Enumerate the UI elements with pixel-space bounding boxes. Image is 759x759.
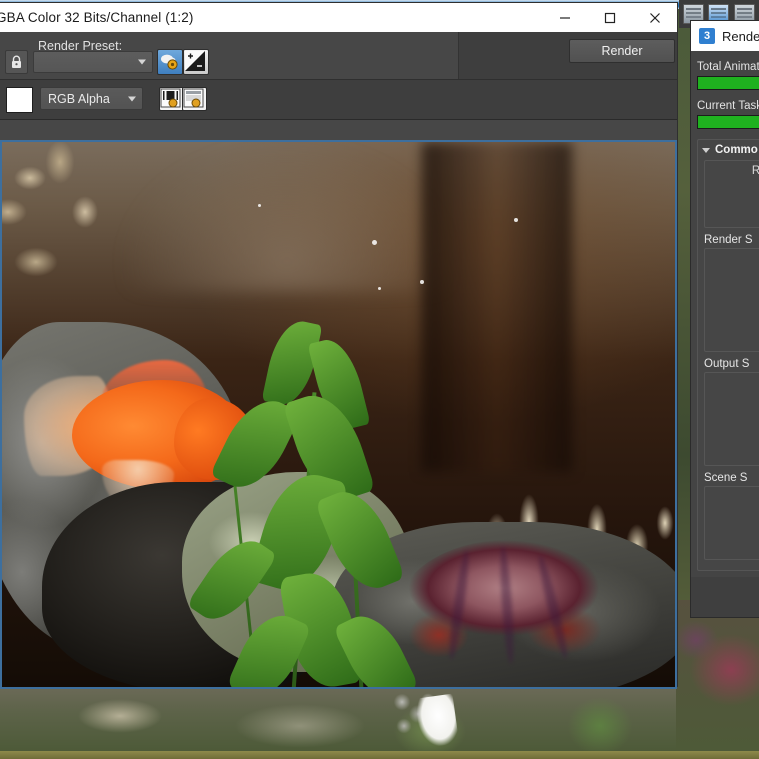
rendered-frame-window: GBA Color 32 Bits/Channel (1:2): [0, 3, 677, 686]
save-bitmap-icon: [160, 88, 181, 108]
stat-hidden: Hidde: [709, 304, 759, 319]
scene-label: Scene S: [704, 472, 759, 484]
bubble: [514, 218, 518, 222]
close-button[interactable]: [632, 3, 677, 32]
total-animation-label: Total Animati: [697, 61, 759, 73]
minimize-button[interactable]: [542, 3, 587, 32]
common-rollout-label: Commo: [715, 144, 758, 156]
current-task-progress: [697, 115, 759, 129]
minimize-icon: [559, 12, 571, 24]
render-setup-button[interactable]: [157, 49, 183, 75]
output-file: File Outp: [709, 423, 759, 438]
aquarium-render: [2, 142, 675, 687]
bubble: [258, 204, 261, 207]
total-animation-progress: [697, 76, 759, 90]
output-video: Video C: [709, 438, 759, 453]
row-frame-count: 39 o: [709, 194, 759, 209]
render-stats-group: Hidde Render Use A: [704, 248, 759, 352]
rendered-image-canvas[interactable]: [0, 140, 677, 689]
screen-root: GBA Color 32 Bits/Channel (1:2): [0, 0, 759, 759]
row-pass-number: Pass #: [709, 209, 759, 224]
scene-group: Mem: [704, 486, 759, 560]
common-rollout[interactable]: Commo Rendering Frame # 39 o Pass # Rend…: [697, 139, 759, 571]
common-rollout-header[interactable]: Commo: [702, 144, 759, 156]
output-label: Output S: [704, 358, 759, 370]
output-group: De File Outp Video C S: [704, 372, 759, 466]
exposure-control-icon: [184, 50, 206, 72]
render-stats-label: Render S: [704, 234, 759, 246]
lock-icon: [10, 55, 23, 69]
exposure-control-button[interactable]: [183, 49, 209, 75]
render-setup-teapot-icon: [158, 50, 180, 72]
channel-value: RGB Alpha: [48, 92, 110, 106]
chevron-down-icon: [128, 96, 136, 101]
rendering-dialog-title: Renderi: [722, 29, 759, 44]
maximize-icon: [604, 12, 616, 24]
chevron-down-icon: [138, 60, 146, 65]
rendering-dialog-footer: [691, 577, 759, 618]
desktop-photo-gravel: [0, 686, 759, 751]
render-preset-dropdown[interactable]: [33, 51, 153, 73]
channel-dropdown[interactable]: RGB Alpha: [40, 87, 143, 110]
rendering-dialog: 3 Renderi Total Animati Current Task Com…: [690, 20, 759, 618]
background-glow: [122, 142, 452, 292]
current-task-label: Current Task: [697, 100, 759, 112]
lock-button[interactable]: [5, 50, 28, 74]
channel-toolbar: RGB Alpha: [0, 80, 677, 120]
common-params-group: Rendering Frame # 39 o Pass #: [704, 160, 759, 228]
desktop-photo-highlight: [415, 694, 460, 749]
output-skip: S: [709, 453, 759, 468]
tank-dark-band: [422, 142, 572, 472]
row-frame-number: Frame #: [709, 179, 759, 194]
maximize-button[interactable]: [587, 3, 632, 32]
app-badge-icon: 3: [699, 28, 715, 44]
desktop-bottom-strip: [0, 751, 759, 759]
frame-window-toolbar: Render Preset:: [0, 32, 677, 80]
chevron-down-icon: [702, 148, 710, 153]
save-bitmap-button[interactable]: [159, 87, 184, 111]
output-device: De: [709, 408, 759, 423]
rendering-dialog-titlebar: 3 Renderi: [691, 21, 759, 51]
bubble: [420, 280, 424, 284]
bubble: [372, 240, 377, 245]
clone-rendered-frame-button[interactable]: [182, 87, 207, 111]
bubble: [378, 287, 381, 290]
close-icon: [649, 12, 661, 24]
stat-render: Render: [709, 319, 759, 334]
window-controls: [542, 3, 677, 32]
render-button[interactable]: Render: [569, 39, 675, 63]
row-rendering: Rendering: [709, 164, 759, 179]
clone-rendered-frame-icon: [183, 88, 204, 108]
frame-window-title: GBA Color 32 Bits/Channel (1:2): [0, 10, 193, 25]
stat-use-adv: Use A: [709, 334, 759, 349]
rendering-dialog-body: Total Animati Current Task: [691, 51, 759, 129]
color-swatch[interactable]: [6, 87, 33, 113]
scene-memory: Mem: [709, 532, 759, 547]
desktop-photo-anemone: [676, 600, 759, 751]
frame-window-titlebar: GBA Color 32 Bits/Channel (1:2): [0, 3, 677, 32]
